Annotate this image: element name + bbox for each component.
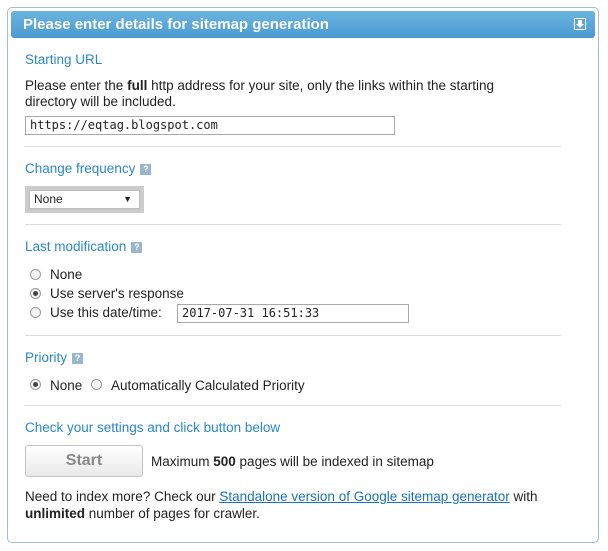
start-button[interactable]: Start	[25, 445, 143, 477]
index-more-line1: Need to index more? Check our Standalone…	[25, 489, 538, 504]
lastmod-radio-datetime[interactable]	[30, 307, 41, 318]
help-icon[interactable]: ?	[131, 241, 143, 253]
lastmod-option-datetime: Use this date/time:	[50, 305, 162, 320]
unlimited-bold: unlimited	[25, 506, 85, 521]
change-frequency-select-wrapper: None ▼	[25, 186, 144, 213]
divider	[25, 146, 561, 147]
starting-url-input[interactable]: https://eqtag.blogspot.com	[25, 116, 395, 135]
priority-label: Priority	[25, 350, 68, 365]
desc-prefix: Please enter the	[25, 78, 128, 93]
standalone-version-link[interactable]: Standalone version of Google sitemap gen…	[219, 489, 509, 504]
starting-url-description-line1: Please enter the full http address for y…	[25, 78, 494, 93]
desc-bold: full	[127, 78, 148, 93]
datetime-input[interactable]: 2017-07-31 16:51:33	[177, 304, 409, 323]
settings-title: Check your settings and click button bel…	[25, 420, 281, 435]
divider	[25, 224, 561, 225]
divider	[25, 405, 561, 406]
more-prefix: Need to index more? Check our	[25, 489, 220, 504]
max-count: 500	[213, 454, 236, 469]
lastmod-option-none: None	[50, 267, 83, 282]
divider	[25, 335, 561, 336]
index-more-line2: unlimited number of pages for crawler.	[25, 506, 260, 521]
priority-radio-none[interactable]	[30, 379, 41, 390]
desc-rest: http address for your site, only the lin…	[147, 78, 494, 93]
panel-title: Please enter details for sitemap generat…	[23, 16, 329, 33]
change-frequency-title: Change frequency?	[25, 161, 152, 176]
lastmod-radio-server[interactable]	[30, 288, 41, 299]
starting-url-title: Starting URL	[25, 52, 103, 67]
unlimited-rest: number of pages for crawler.	[85, 506, 260, 521]
collapse-arrow-icon[interactable]	[574, 18, 586, 30]
change-frequency-label: Change frequency	[25, 161, 136, 176]
max-prefix: Maximum	[151, 454, 214, 469]
lastmod-radio-none[interactable]	[30, 269, 41, 280]
change-frequency-select[interactable]: None ▼	[29, 190, 140, 209]
dropdown-arrow-icon: ▼	[123, 194, 132, 204]
priority-radio-auto[interactable]	[91, 379, 102, 390]
priority-option-none: None	[50, 378, 83, 393]
max-pages-text: Maximum 500 pages will be indexed in sit…	[151, 454, 434, 469]
more-suffix: with	[509, 489, 538, 504]
select-value: None	[34, 192, 63, 206]
panel-header: Please enter details for sitemap generat…	[11, 11, 595, 38]
starting-url-description-line2: directory will be included.	[25, 94, 176, 109]
priority-title: Priority?	[25, 350, 84, 365]
help-icon[interactable]: ?	[72, 352, 84, 364]
lastmod-option-server: Use server's response	[50, 286, 184, 301]
max-suffix: pages will be indexed in sitemap	[235, 454, 434, 469]
sitemap-panel: Please enter details for sitemap generat…	[7, 7, 599, 543]
priority-option-auto: Automatically Calculated Priority	[111, 378, 305, 393]
last-modification-title: Last modification?	[25, 239, 143, 254]
last-modification-label: Last modification	[25, 239, 127, 254]
help-icon[interactable]: ?	[140, 163, 152, 175]
